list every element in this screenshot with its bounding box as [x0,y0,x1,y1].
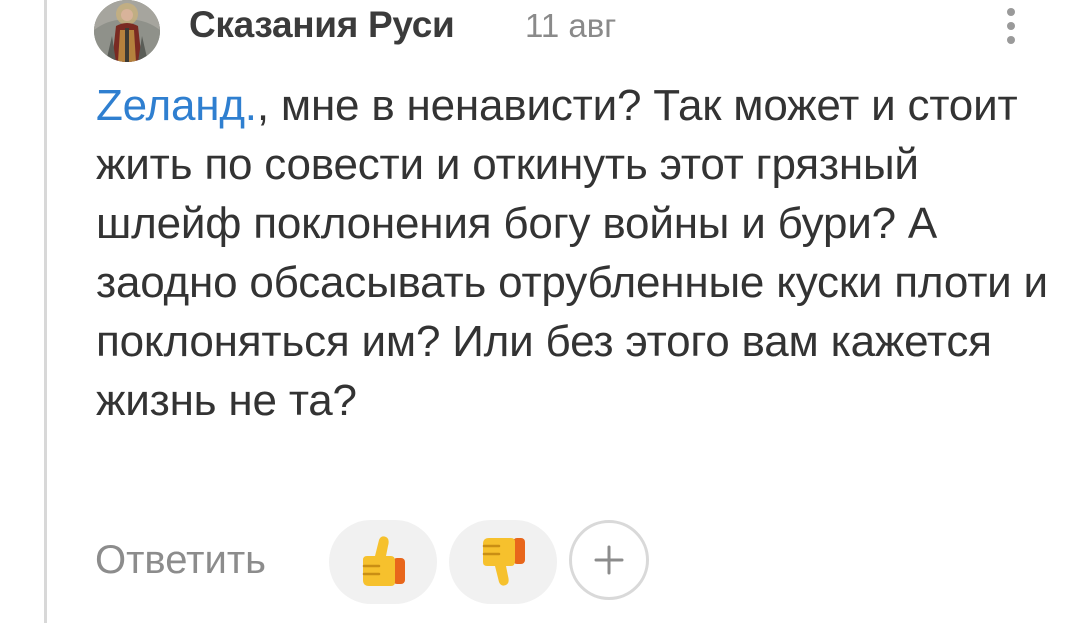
comment-date: 11 авг [525,7,617,44]
more-options-button[interactable] [996,2,1026,50]
thumbs-up-icon [362,536,405,586]
comment-message: , мне в ненависти? Так может и стоит жит… [96,81,1048,425]
thumbs-down-icon [482,538,525,586]
reply-button[interactable]: Ответить [95,538,266,583]
avatar[interactable] [94,0,160,62]
vertical-dots-icon [1007,8,1015,16]
add-reaction-button[interactable] [569,520,649,600]
thread-line [44,0,47,623]
dislike-button[interactable] [449,520,557,604]
like-button[interactable] [329,520,437,604]
author-name[interactable]: Сказания Руси [189,4,455,46]
mention-link[interactable]: Zеланд. [96,81,257,130]
comment-text: Zеланд., мне в ненависти? Так может и ст… [96,76,1056,430]
warrior-saint-avatar-icon [94,0,160,62]
plus-icon [594,545,624,575]
